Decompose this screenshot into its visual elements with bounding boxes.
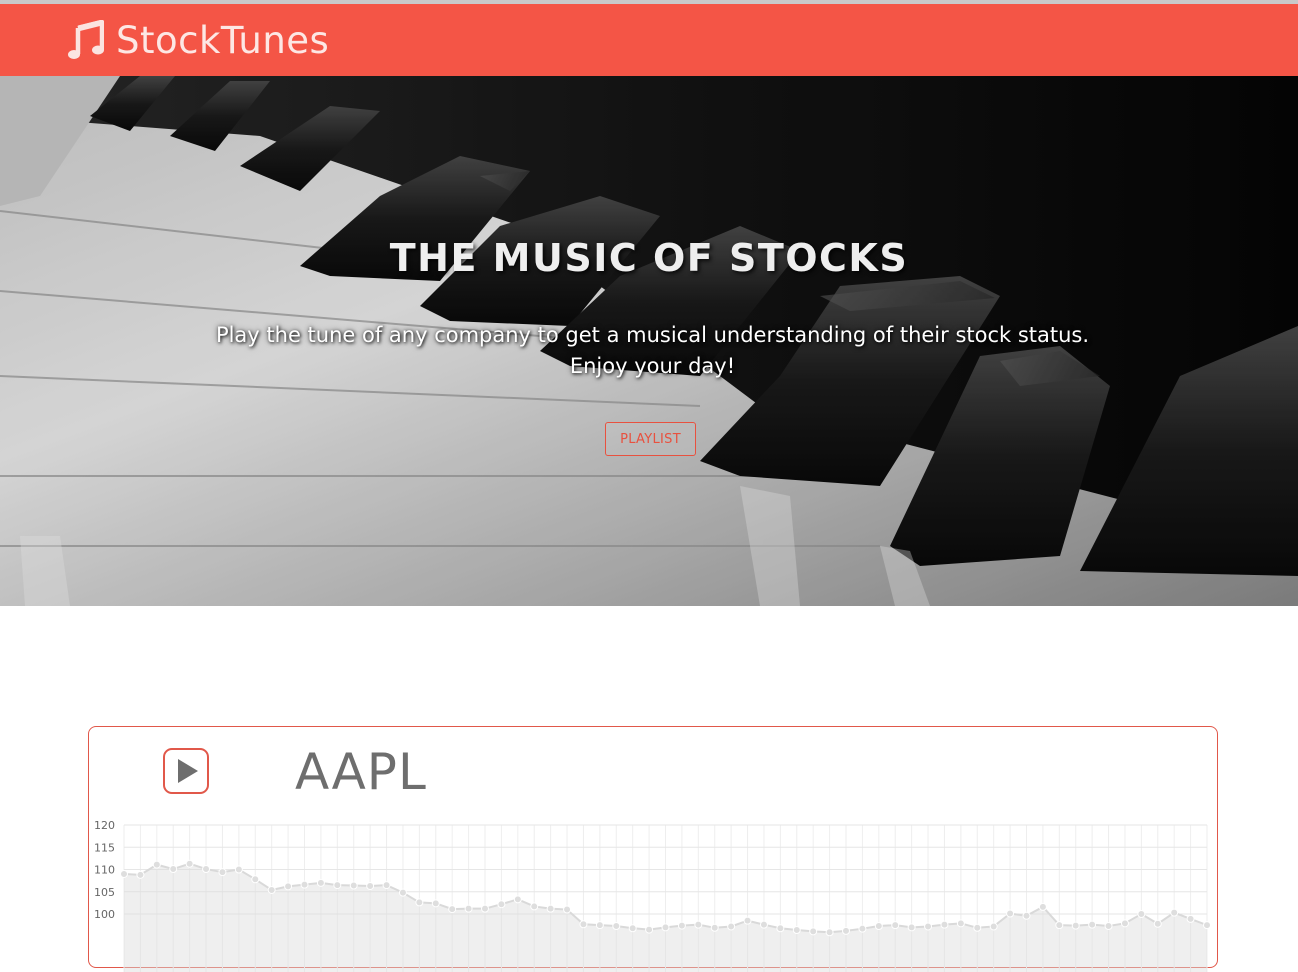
y-tick-label: 110 <box>94 864 115 877</box>
hero-subtitle: Play the tune of any company to get a mu… <box>150 320 1155 382</box>
y-tick-label: 105 <box>94 886 115 899</box>
y-tick-label: 115 <box>94 841 115 854</box>
data-point <box>234 865 243 874</box>
data-point <box>595 921 604 930</box>
data-point <box>1071 921 1080 930</box>
hero-subtitle-line2: Enjoy your day! <box>569 354 736 378</box>
stock-card-aapl: AAPL 100 105 110 115 120 <box>88 726 1218 972</box>
playlist-button[interactable]: PLAYLIST <box>605 422 696 456</box>
data-point <box>825 928 834 937</box>
data-point <box>300 880 309 889</box>
data-point <box>727 922 736 931</box>
data-point <box>349 881 358 890</box>
data-point <box>809 927 818 936</box>
data-point <box>464 904 473 913</box>
data-point <box>612 922 621 931</box>
data-point <box>169 865 178 874</box>
data-point <box>1120 919 1129 928</box>
data-point <box>202 865 211 874</box>
hero-section: THE MUSIC OF STOCKS Play the tune of any… <box>0 76 1298 606</box>
y-tick-label: 100 <box>94 908 115 921</box>
hero-title: THE MUSIC OF STOCKS <box>389 236 909 280</box>
data-point <box>694 920 703 929</box>
data-point <box>1153 919 1162 928</box>
stock-ticker: AAPL <box>295 743 427 801</box>
data-point <box>645 925 654 934</box>
data-point <box>333 881 342 890</box>
data-point <box>1170 908 1179 917</box>
data-point <box>956 919 965 928</box>
data-point <box>185 859 194 868</box>
data-point <box>989 922 998 931</box>
data-point <box>563 905 572 914</box>
data-point <box>284 882 293 891</box>
data-point <box>448 905 457 914</box>
brand-link[interactable]: StockTunes <box>68 19 329 62</box>
data-point <box>1006 909 1015 918</box>
data-point <box>874 922 883 931</box>
data-point <box>1186 914 1195 923</box>
music-note-icon <box>68 20 104 59</box>
data-point <box>546 904 555 913</box>
data-point <box>710 923 719 932</box>
price-chart: 100 105 110 115 120 <box>94 819 1211 972</box>
data-point <box>382 881 391 890</box>
data-point <box>513 895 522 904</box>
data-point <box>924 922 933 931</box>
data-point <box>152 860 161 869</box>
data-point <box>1055 921 1064 930</box>
data-point <box>940 920 949 929</box>
data-point <box>267 885 276 894</box>
data-point <box>973 923 982 932</box>
data-point <box>415 898 424 907</box>
data-point <box>366 881 375 890</box>
data-point <box>907 923 916 932</box>
data-point <box>316 878 325 887</box>
data-point <box>891 921 900 930</box>
data-point <box>792 926 801 935</box>
data-point <box>628 924 637 933</box>
data-point <box>776 924 785 933</box>
data-point <box>858 924 867 933</box>
data-point <box>661 923 670 932</box>
data-point <box>120 869 128 878</box>
data-point <box>251 875 260 884</box>
data-point <box>1104 922 1113 931</box>
data-point <box>743 916 752 925</box>
brand-name: StockTunes <box>116 18 330 62</box>
data-point <box>431 899 440 908</box>
data-point <box>842 926 850 935</box>
data-point <box>1203 921 1211 930</box>
data-point <box>481 904 489 913</box>
y-tick-label: 120 <box>94 819 115 832</box>
data-point <box>136 870 145 879</box>
data-point <box>398 888 407 897</box>
play-button[interactable] <box>163 748 209 794</box>
data-point <box>530 902 539 911</box>
navbar: StockTunes <box>0 4 1298 76</box>
play-icon <box>178 759 198 783</box>
data-point <box>218 868 227 877</box>
hero-subtitle-line1: Play the tune of any company to get a mu… <box>215 323 1090 347</box>
data-point <box>1038 902 1047 911</box>
data-point <box>497 900 506 909</box>
data-point <box>677 921 686 930</box>
data-point <box>1088 920 1097 929</box>
data-point <box>1022 911 1031 920</box>
data-point <box>1137 910 1146 918</box>
data-point <box>759 920 768 929</box>
